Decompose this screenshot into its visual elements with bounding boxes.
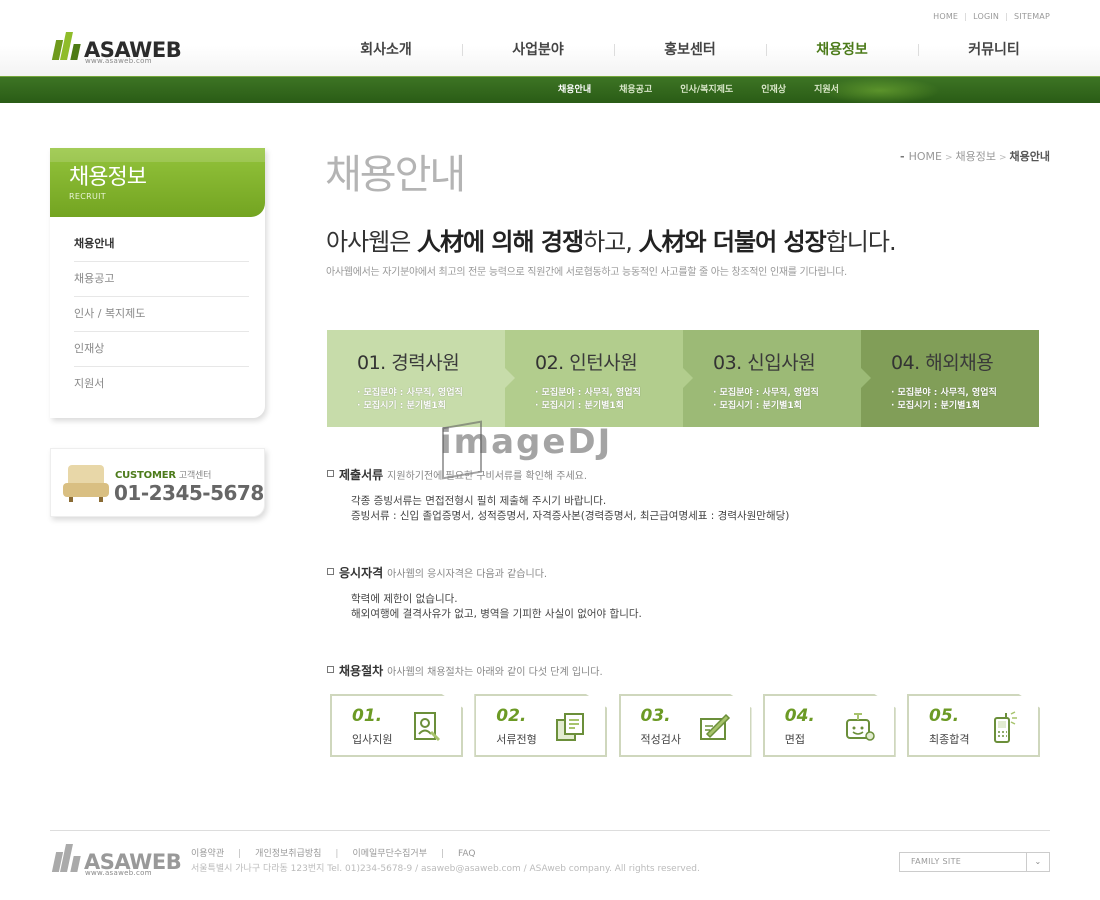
- breadcrumb-arrow-icon: >: [944, 153, 953, 163]
- recruit-type-new-grad: 03. 신입사원 · 모집분야 : 사무직, 영업직 · 모집시기 : 분기별1회: [683, 330, 871, 427]
- section-desc: 아사웹의 응시자격은 다음과 같습니다.: [387, 569, 548, 580]
- customer-phone: 01-2345-5678: [114, 481, 264, 505]
- gnb-item-business[interactable]: 사업분야: [462, 38, 614, 62]
- application-form-icon: [414, 712, 441, 742]
- arrow-icon: [683, 368, 693, 388]
- breadcrumb-dash: -: [899, 150, 905, 163]
- page-title: 채용안내: [325, 152, 466, 198]
- logo-url: www.asaweb.com: [85, 57, 152, 65]
- step-application: 01. 입사지원: [330, 694, 463, 757]
- step-aptitude-test: 03. 적성검사: [618, 694, 752, 757]
- recruit-type-intern: 02. 인턴사원 · 모집분야 : 사무직, 영업직 · 모집시기 : 분기별1회: [505, 330, 693, 427]
- gnb-item-company[interactable]: 회사소개: [310, 38, 462, 62]
- sub-nav-bar: 채용안내 채용공고 인사/복지제도 인재상 지원서: [0, 76, 1100, 104]
- sidebar: 채용정보 RECRUIT 채용안내 채용공고 인사 / 복지제도 인재상 지원서: [50, 148, 265, 418]
- recruit-type-overseas: 04. 해외채용 · 모집분야 : 사무직, 영업직 · 모집시기 : 분기별1회: [861, 330, 1039, 427]
- subnav-item-welfare[interactable]: 인사/복지제도: [666, 77, 747, 104]
- section-body-qualification: 학력에 제한이 없습니다. 해외여행에 결격사유가 없고, 병역을 기피한 사실…: [351, 593, 642, 620]
- breadcrumb-arrow-icon: >: [998, 153, 1007, 163]
- sidebar-item-guide[interactable]: 채용안내: [74, 227, 249, 262]
- arrow-icon: [861, 368, 871, 388]
- site-logo[interactable]: ASAWEB www.asaweb.com: [51, 30, 182, 65]
- sub-nav: 채용안내 채용공고 인사/복지제도 인재상 지원서: [544, 77, 853, 104]
- section-title-documents: 제출서류 지원하기전에 필요한 구비서류를 확인해 주세요.: [327, 466, 587, 483]
- family-site-select[interactable]: FAMILY SITE ⌄: [899, 852, 1050, 872]
- home-link[interactable]: HOME: [933, 12, 958, 21]
- subnav-item-talent[interactable]: 인재상: [747, 77, 800, 104]
- gnb-item-recruit[interactable]: 채용정보: [766, 38, 918, 62]
- logo-mark-icon: [51, 30, 81, 60]
- footer-divider: [50, 830, 1050, 831]
- phone-notify-icon: [994, 711, 1017, 743]
- step-screening: 02. 서류전형: [474, 694, 608, 757]
- gnb-item-community[interactable]: 커뮤니티: [918, 38, 1070, 62]
- section-desc: 아사웹의 채용절차는 아래와 같이 다섯 단계 입니다.: [387, 667, 603, 678]
- login-link[interactable]: LOGIN: [973, 12, 999, 21]
- customer-label-kr: 고객센터: [178, 471, 212, 481]
- sidebar-item-notice[interactable]: 채용공고: [74, 262, 249, 297]
- utility-links: HOME | LOGIN | SITEMAP: [933, 12, 1050, 21]
- subnav-item-apply[interactable]: 지원서: [800, 77, 853, 104]
- family-site-label: FAMILY SITE: [911, 857, 962, 866]
- footer-address: 서울특별시 가나구 다라동 123번지 Tel. 01)234-5678-9 /…: [191, 864, 700, 874]
- watermark: imageDJ: [440, 422, 613, 462]
- recruit-type-experienced: 01. 경력사원 · 모집분야 : 사무직, 영업직 · 모집시기 : 분기별1회: [327, 330, 515, 427]
- section-title-process: 채용절차 아사웹의 채용절차는 아래와 같이 다섯 단계 입니다.: [327, 662, 603, 679]
- sidebar-item-apply[interactable]: 지원서: [74, 367, 249, 402]
- gnb-item-pr[interactable]: 홍보센터: [614, 38, 766, 62]
- section-title-qualification: 응시자격 아사웹의 응시자격은 다음과 같습니다.: [327, 564, 547, 581]
- subnav-item-guide[interactable]: 채용안내: [544, 77, 605, 104]
- section-desc: 지원하기전에 필요한 구비서류를 확인해 주세요.: [387, 471, 588, 482]
- footer-links: 이용약관 | 개인정보취급방침 | 이메일무단수집거부 | FAQ: [191, 849, 476, 859]
- chevron-down-icon[interactable]: ⌄: [1026, 853, 1049, 871]
- step-final: 05. 최종합격: [907, 694, 1040, 757]
- sidebar-menu: 채용안내 채용공고 인사 / 복지제도 인재상 지원서: [50, 217, 265, 402]
- arrow-icon: [505, 368, 515, 388]
- sitemap-link[interactable]: SITEMAP: [1014, 12, 1050, 21]
- footer-link-privacy[interactable]: 개인정보취급방침: [255, 849, 321, 859]
- footer-logo: ASAWEB www.asaweb.com: [51, 842, 182, 877]
- footer-link-terms[interactable]: 이용약관: [191, 849, 224, 859]
- customer-label: CUSTOMER 고객센터: [115, 470, 212, 481]
- headline-description: 아사웹에서는 자기분야에서 최고의 전문 능력으로 직원간에 서로협동하고 능동…: [326, 267, 847, 278]
- sidebar-item-talent[interactable]: 인재상: [74, 332, 249, 367]
- customer-center-box: CUSTOMER 고객센터 01-2345-5678: [50, 448, 265, 517]
- sidebar-subtitle: RECRUIT: [69, 192, 106, 201]
- logo-mark-icon: [51, 842, 81, 872]
- documents-icon: [556, 713, 585, 741]
- footer-link-email-policy[interactable]: 이메일무단수집거부: [352, 849, 427, 859]
- pencil-test-icon: [699, 713, 730, 740]
- breadcrumb: - HOME > 채용정보 > 채용안내: [900, 148, 1050, 164]
- separator: |: [964, 12, 968, 21]
- step-interview: 04. 면접: [762, 694, 896, 757]
- breadcrumb-current: 채용안내: [1009, 150, 1050, 163]
- separator: |: [1005, 12, 1009, 21]
- breadcrumb-parent[interactable]: 채용정보: [955, 150, 995, 163]
- sofa-icon: [63, 465, 109, 503]
- sidebar-item-welfare[interactable]: 인사 / 복지제도: [74, 297, 249, 332]
- footer-link-faq[interactable]: FAQ: [458, 849, 475, 859]
- global-nav: 회사소개 사업분야 홍보센터 채용정보 커뮤니티: [310, 38, 1070, 62]
- subnav-item-notice[interactable]: 채용공고: [605, 77, 666, 104]
- interview-icon: [845, 713, 875, 741]
- recruit-types: 01. 경력사원 · 모집분야 : 사무직, 영업직 · 모집시기 : 분기별1회…: [327, 330, 1039, 427]
- headline: 아사웹은 人材에 의해 경쟁하고, 人材와 더불어 성장합니다.: [326, 228, 897, 256]
- breadcrumb-home[interactable]: HOME: [909, 150, 942, 163]
- sidebar-title: 채용정보: [69, 165, 147, 190]
- process-steps: 01. 입사지원 02. 서류전형 03. 적성검사 04. 면접 05. 최종…: [330, 694, 1040, 758]
- section-body-documents: 각종 증빙서류는 면접전형시 필히 제출해 주시기 바랍니다. 증빙서류 : 신…: [351, 495, 790, 522]
- sidebar-header: 채용정보 RECRUIT: [50, 148, 265, 217]
